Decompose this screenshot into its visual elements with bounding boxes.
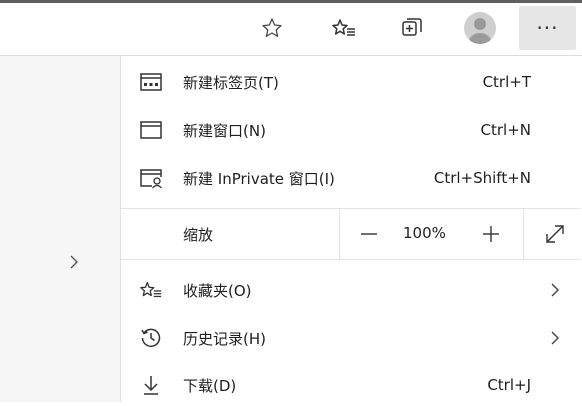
profile-button[interactable]: [458, 6, 502, 50]
collections-button[interactable]: [390, 6, 434, 50]
menu-item-shortcut: Ctrl+J: [487, 376, 531, 394]
zoom-divider: [339, 209, 340, 259]
new-window-icon: [139, 118, 163, 142]
menu-item-shortcut: Ctrl+T: [482, 73, 531, 91]
menu-item-label: 收藏夹(O): [183, 281, 252, 300]
menu-item-label: 历史记录(H): [183, 329, 266, 348]
zoom-divider: [523, 209, 524, 259]
zoom-level: 100%: [403, 224, 446, 242]
star-outline-icon: [262, 18, 282, 37]
favorites-icon: [139, 278, 163, 302]
menu-item-history[interactable]: 历史记录(H): [121, 317, 581, 359]
download-icon: [139, 373, 163, 397]
menu-item-favorites[interactable]: 收藏夹(O): [121, 269, 581, 311]
minus-icon: [361, 233, 377, 235]
menu-item-shortcut: Ctrl+N: [480, 121, 531, 139]
page-content-area: [0, 56, 120, 402]
zoom-in-button[interactable]: [465, 209, 517, 259]
chevron-right-icon[interactable]: [64, 250, 84, 274]
new-tab-icon: [139, 70, 163, 94]
menu-divider: [121, 259, 581, 260]
fullscreen-expand-icon: [546, 225, 564, 243]
menu-item-new-tab[interactable]: 新建标签页(T) Ctrl+T: [121, 61, 581, 103]
menu-item-label: 新建标签页(T): [183, 73, 279, 92]
zoom-out-button[interactable]: [343, 209, 395, 259]
menu-item-label: 新建窗口(N): [183, 121, 266, 140]
menu-item-new-window[interactable]: 新建窗口(N) Ctrl+N: [121, 109, 581, 151]
menu-item-label: 下载(D): [183, 376, 237, 395]
plus-icon: [483, 226, 499, 242]
fullscreen-button[interactable]: [529, 209, 581, 259]
history-icon: [139, 326, 163, 350]
more-dots-icon: ···: [536, 16, 559, 40]
title-bar-edge: [0, 0, 582, 3]
menu-item-new-inprivate-window[interactable]: 新建 InPrivate 窗口(I) Ctrl+Shift+N: [121, 157, 581, 199]
favorites-button[interactable]: [322, 6, 366, 50]
settings-more-button[interactable]: ···: [519, 6, 576, 50]
inprivate-window-icon: [139, 166, 163, 190]
menu-item-shortcut: Ctrl+Shift+N: [433, 169, 531, 187]
chevron-right-icon: [551, 283, 559, 297]
menu-item-downloads[interactable]: 下载(D) Ctrl+J: [121, 364, 581, 406]
zoom-label: 缩放: [183, 226, 214, 244]
favorites-list-icon: [332, 19, 355, 36]
settings-menu: 新建标签页(T) Ctrl+T 新建窗口(N) Ctrl+N 新建 InPriv…: [120, 56, 582, 402]
profile-avatar-icon: [464, 12, 496, 44]
zoom-row: 缩放 100%: [121, 209, 581, 259]
add-favorite-button[interactable]: [250, 6, 294, 50]
browser-toolbar: ···: [0, 0, 582, 56]
menu-item-label: 新建 InPrivate 窗口(I): [183, 169, 335, 188]
chevron-right-icon: [551, 331, 559, 345]
collections-icon: [402, 18, 422, 36]
